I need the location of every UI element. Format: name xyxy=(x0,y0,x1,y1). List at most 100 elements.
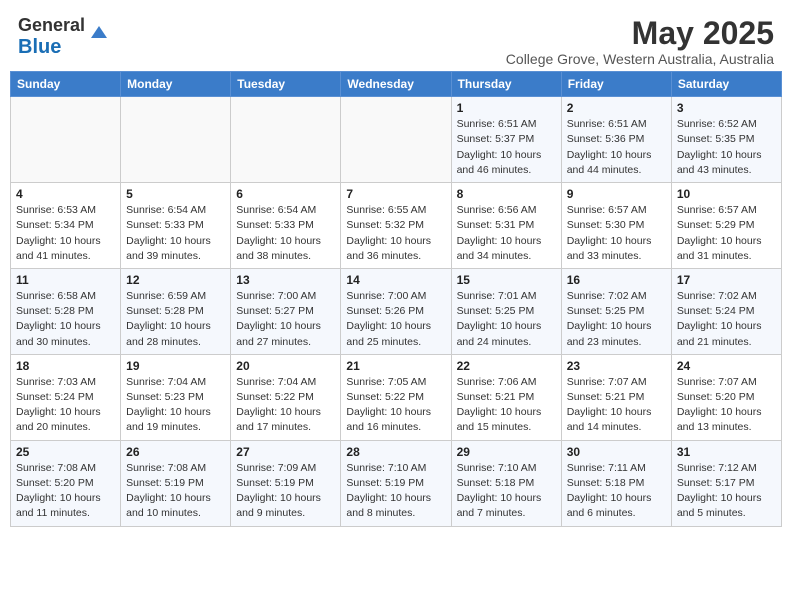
calendar-cell xyxy=(121,97,231,183)
calendar-cell: 19 Sunrise: 7:04 AM Sunset: 5:23 PM Dayli… xyxy=(121,354,231,440)
day-number: 24 xyxy=(677,359,776,373)
logo: General Blue xyxy=(18,16,109,58)
calendar-cell: 5 Sunrise: 6:54 AM Sunset: 5:33 PM Daylig… xyxy=(121,183,231,269)
day-number: 14 xyxy=(346,273,445,287)
day-info: Sunrise: 7:07 AM Sunset: 5:20 PM Dayligh… xyxy=(677,375,776,436)
day-info: Sunrise: 7:06 AM Sunset: 5:21 PM Dayligh… xyxy=(457,375,556,436)
day-number: 20 xyxy=(236,359,335,373)
calendar-cell: 3 Sunrise: 6:52 AM Sunset: 5:35 PM Daylig… xyxy=(671,97,781,183)
day-number: 31 xyxy=(677,445,776,459)
day-info: Sunrise: 6:54 AM Sunset: 5:33 PM Dayligh… xyxy=(236,203,335,264)
calendar-cell: 10 Sunrise: 6:57 AM Sunset: 5:29 PM Dayli… xyxy=(671,183,781,269)
day-number: 29 xyxy=(457,445,556,459)
calendar-title: May 2025 xyxy=(506,16,774,51)
calendar-cell: 22 Sunrise: 7:06 AM Sunset: 5:21 PM Dayli… xyxy=(451,354,561,440)
logo-general: General Blue xyxy=(18,16,85,58)
day-number: 27 xyxy=(236,445,335,459)
day-number: 4 xyxy=(16,187,115,201)
day-number: 9 xyxy=(567,187,666,201)
calendar-cell: 4 Sunrise: 6:53 AM Sunset: 5:34 PM Daylig… xyxy=(11,183,121,269)
calendar-week-row: 11Sunrise: 6:58 AM Sunset: 5:28 PM Dayli… xyxy=(11,268,782,354)
day-number: 1 xyxy=(457,101,556,115)
calendar-cell xyxy=(231,97,341,183)
day-number: 7 xyxy=(346,187,445,201)
day-info: Sunrise: 7:10 AM Sunset: 5:19 PM Dayligh… xyxy=(346,461,445,522)
calendar-cell: 1 Sunrise: 6:51 AM Sunset: 5:37 PM Daylig… xyxy=(451,97,561,183)
day-number: 16 xyxy=(567,273,666,287)
day-number: 17 xyxy=(677,273,776,287)
title-block: May 2025 College Grove, Western Australi… xyxy=(506,16,774,67)
calendar-cell: 9 Sunrise: 6:57 AM Sunset: 5:30 PM Daylig… xyxy=(561,183,671,269)
calendar-cell: 17 Sunrise: 7:02 AM Sunset: 5:24 PM Dayli… xyxy=(671,268,781,354)
day-info: Sunrise: 7:04 AM Sunset: 5:22 PM Dayligh… xyxy=(236,375,335,436)
day-number: 23 xyxy=(567,359,666,373)
calendar-cell: 29 Sunrise: 7:10 AM Sunset: 5:18 PM Dayli… xyxy=(451,440,561,526)
calendar-subtitle: College Grove, Western Australia, Austra… xyxy=(506,51,774,67)
logo-icon xyxy=(89,22,109,42)
day-number: 18 xyxy=(16,359,115,373)
calendar-header: Sunday Monday Tuesday Wednesday Thursday… xyxy=(11,72,782,97)
day-number: 15 xyxy=(457,273,556,287)
day-number: 13 xyxy=(236,273,335,287)
day-info: Sunrise: 6:51 AM Sunset: 5:37 PM Dayligh… xyxy=(457,117,556,178)
calendar-cell: 26 Sunrise: 7:08 AM Sunset: 5:19 PM Dayli… xyxy=(121,440,231,526)
day-number: 21 xyxy=(346,359,445,373)
calendar-cell: 15 Sunrise: 7:01 AM Sunset: 5:25 PM Dayli… xyxy=(451,268,561,354)
day-info: Sunrise: 7:00 AM Sunset: 5:26 PM Dayligh… xyxy=(346,289,445,350)
header-row: Sunday Monday Tuesday Wednesday Thursday… xyxy=(11,72,782,97)
day-number: 8 xyxy=(457,187,556,201)
calendar-cell: 27 Sunrise: 7:09 AM Sunset: 5:19 PM Dayli… xyxy=(231,440,341,526)
day-info: Sunrise: 7:03 AM Sunset: 5:24 PM Dayligh… xyxy=(16,375,115,436)
calendar-cell: 20 Sunrise: 7:04 AM Sunset: 5:22 PM Dayli… xyxy=(231,354,341,440)
day-info: Sunrise: 7:08 AM Sunset: 5:19 PM Dayligh… xyxy=(126,461,225,522)
calendar-cell: 23 Sunrise: 7:07 AM Sunset: 5:21 PM Dayli… xyxy=(561,354,671,440)
day-number: 25 xyxy=(16,445,115,459)
page-header: General Blue May 2025 College Grove, Wes… xyxy=(10,10,782,67)
day-number: 3 xyxy=(677,101,776,115)
calendar-cell: 21Sunrise: 7:05 AM Sunset: 5:22 PM Dayli… xyxy=(341,354,451,440)
day-info: Sunrise: 7:02 AM Sunset: 5:24 PM Dayligh… xyxy=(677,289,776,350)
day-info: Sunrise: 7:11 AM Sunset: 5:18 PM Dayligh… xyxy=(567,461,666,522)
col-friday: Friday xyxy=(561,72,671,97)
calendar-week-row: 1 Sunrise: 6:51 AM Sunset: 5:37 PM Daylig… xyxy=(11,97,782,183)
calendar-table: Sunday Monday Tuesday Wednesday Thursday… xyxy=(10,71,782,526)
day-info: Sunrise: 7:09 AM Sunset: 5:19 PM Dayligh… xyxy=(236,461,335,522)
day-number: 11 xyxy=(16,273,115,287)
calendar-cell: 18 Sunrise: 7:03 AM Sunset: 5:24 PM Dayli… xyxy=(11,354,121,440)
day-number: 2 xyxy=(567,101,666,115)
col-wednesday: Wednesday xyxy=(341,72,451,97)
day-number: 10 xyxy=(677,187,776,201)
day-info: Sunrise: 6:57 AM Sunset: 5:30 PM Dayligh… xyxy=(567,203,666,264)
day-number: 5 xyxy=(126,187,225,201)
day-info: Sunrise: 6:54 AM Sunset: 5:33 PM Dayligh… xyxy=(126,203,225,264)
day-info: Sunrise: 6:53 AM Sunset: 5:34 PM Dayligh… xyxy=(16,203,115,264)
day-info: Sunrise: 7:07 AM Sunset: 5:21 PM Dayligh… xyxy=(567,375,666,436)
day-number: 6 xyxy=(236,187,335,201)
col-saturday: Saturday xyxy=(671,72,781,97)
calendar-cell: 11Sunrise: 6:58 AM Sunset: 5:28 PM Dayli… xyxy=(11,268,121,354)
calendar-cell: 31Sunrise: 7:12 AM Sunset: 5:17 PM Dayli… xyxy=(671,440,781,526)
day-info: Sunrise: 7:00 AM Sunset: 5:27 PM Dayligh… xyxy=(236,289,335,350)
col-thursday: Thursday xyxy=(451,72,561,97)
calendar-week-row: 4 Sunrise: 6:53 AM Sunset: 5:34 PM Daylig… xyxy=(11,183,782,269)
day-number: 28 xyxy=(346,445,445,459)
day-info: Sunrise: 7:10 AM Sunset: 5:18 PM Dayligh… xyxy=(457,461,556,522)
calendar-cell: 24 Sunrise: 7:07 AM Sunset: 5:20 PM Dayli… xyxy=(671,354,781,440)
day-number: 26 xyxy=(126,445,225,459)
day-info: Sunrise: 6:56 AM Sunset: 5:31 PM Dayligh… xyxy=(457,203,556,264)
col-tuesday: Tuesday xyxy=(231,72,341,97)
day-info: Sunrise: 6:57 AM Sunset: 5:29 PM Dayligh… xyxy=(677,203,776,264)
day-info: Sunrise: 7:04 AM Sunset: 5:23 PM Dayligh… xyxy=(126,375,225,436)
calendar-week-row: 25 Sunrise: 7:08 AM Sunset: 5:20 PM Dayli… xyxy=(11,440,782,526)
calendar-cell: 6 Sunrise: 6:54 AM Sunset: 5:33 PM Daylig… xyxy=(231,183,341,269)
day-info: Sunrise: 7:01 AM Sunset: 5:25 PM Dayligh… xyxy=(457,289,556,350)
day-number: 22 xyxy=(457,359,556,373)
day-info: Sunrise: 6:59 AM Sunset: 5:28 PM Dayligh… xyxy=(126,289,225,350)
day-info: Sunrise: 7:02 AM Sunset: 5:25 PM Dayligh… xyxy=(567,289,666,350)
day-number: 19 xyxy=(126,359,225,373)
calendar-cell: 7Sunrise: 6:55 AM Sunset: 5:32 PM Daylig… xyxy=(341,183,451,269)
day-info: Sunrise: 6:52 AM Sunset: 5:35 PM Dayligh… xyxy=(677,117,776,178)
calendar-cell: 14 Sunrise: 7:00 AM Sunset: 5:26 PM Dayli… xyxy=(341,268,451,354)
day-info: Sunrise: 7:08 AM Sunset: 5:20 PM Dayligh… xyxy=(16,461,115,522)
calendar-cell: 2Sunrise: 6:51 AM Sunset: 5:36 PM Daylig… xyxy=(561,97,671,183)
